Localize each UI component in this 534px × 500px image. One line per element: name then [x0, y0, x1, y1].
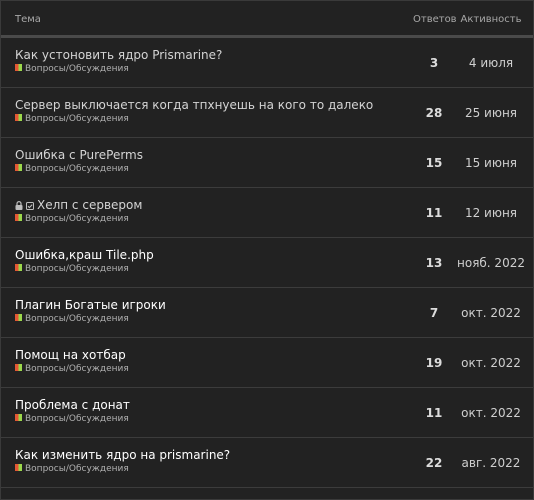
topic-title-link[interactable]: Плагин Богатые игроки: [15, 298, 166, 312]
topic-list-header: Тема Ответов Активность: [1, 1, 533, 38]
activity-date[interactable]: окт. 2022: [457, 356, 525, 370]
topic-row: Помощ на хотбар Вопросы/Обсуждения 19 ок…: [1, 338, 533, 388]
category-color-swatch: [15, 114, 22, 121]
category-color-swatch: [15, 364, 22, 371]
topic-row: Сервер выключается когда тпхнуешь на ког…: [1, 88, 533, 138]
topic-row: Ошибка,краш Tile.php Вопросы/Обсуждения …: [1, 238, 533, 288]
activity-date[interactable]: 25 июня: [457, 106, 525, 120]
category-label: Вопросы/Обсуждения: [25, 264, 129, 274]
category-badge[interactable]: Вопросы/Обсуждения: [15, 64, 129, 74]
activity-date[interactable]: 12 июня: [457, 206, 525, 220]
activity-date[interactable]: нояб. 2022: [457, 256, 525, 270]
topic-title-link[interactable]: Как изменить ядро на prismarine?: [15, 448, 230, 462]
topic-rows: Как устоновить ядро Prismarine? Вопросы/…: [1, 38, 533, 488]
replies-count[interactable]: 7: [413, 306, 455, 320]
replies-count[interactable]: 11: [413, 406, 455, 420]
topic-title-link[interactable]: Ошибка,краш Tile.php: [15, 248, 154, 262]
replies-count[interactable]: 13: [413, 256, 455, 270]
category-badge[interactable]: Вопросы/Обсуждения: [15, 414, 129, 424]
category-badge[interactable]: Вопросы/Обсуждения: [15, 214, 129, 224]
category-label: Вопросы/Обсуждения: [25, 364, 129, 374]
category-label: Вопросы/Обсуждения: [25, 314, 129, 324]
activity-date[interactable]: окт. 2022: [457, 406, 525, 420]
category-badge[interactable]: Вопросы/Обсуждения: [15, 314, 129, 324]
replies-count[interactable]: 19: [413, 356, 455, 370]
topic-row: Хелп с сервером Вопросы/Обсуждения 11 12…: [1, 188, 533, 238]
category-color-swatch: [15, 214, 22, 221]
category-label: Вопросы/Обсуждения: [25, 214, 129, 224]
topic-row: Проблема с донат Вопросы/Обсуждения 11 о…: [1, 388, 533, 438]
category-badge[interactable]: Вопросы/Обсуждения: [15, 114, 129, 124]
topic-title-link[interactable]: Хелп с сервером: [15, 198, 142, 212]
category-badge[interactable]: Вопросы/Обсуждения: [15, 464, 129, 474]
topic-title-link[interactable]: Сервер выключается когда тпхнуешь на ког…: [15, 98, 373, 112]
column-header-activity[interactable]: Активность: [459, 14, 523, 25]
category-badge[interactable]: Вопросы/Обсуждения: [15, 364, 129, 374]
category-color-swatch: [15, 314, 22, 321]
topic-row: Плагин Богатые игроки Вопросы/Обсуждения…: [1, 288, 533, 338]
check-icon: [26, 202, 34, 210]
topic-row: Ошибка с PurePerms Вопросы/Обсуждения 15…: [1, 138, 533, 188]
category-label: Вопросы/Обсуждения: [25, 64, 129, 74]
topic-title-text: Хелп с сервером: [37, 198, 143, 212]
category-badge[interactable]: Вопросы/Обсуждения: [15, 164, 129, 174]
activity-date[interactable]: авг. 2022: [457, 456, 525, 470]
topic-row: Как изменить ядро на prismarine? Вопросы…: [1, 438, 533, 488]
activity-date[interactable]: окт. 2022: [457, 306, 525, 320]
replies-count[interactable]: 15: [413, 156, 455, 170]
topic-list: Тема Ответов Активность Как устоновить я…: [0, 0, 534, 500]
category-badge[interactable]: Вопросы/Обсуждения: [15, 264, 129, 274]
topic-title-link[interactable]: Как устоновить ядро Prismarine?: [15, 48, 222, 62]
replies-count[interactable]: 3: [413, 56, 455, 70]
category-label: Вопросы/Обсуждения: [25, 114, 129, 124]
category-label: Вопросы/Обсуждения: [25, 464, 129, 474]
replies-count[interactable]: 22: [413, 456, 455, 470]
topic-title-link[interactable]: Проблема с донат: [15, 398, 130, 412]
topic-title-link[interactable]: Помощ на хотбар: [15, 348, 126, 362]
category-color-swatch: [15, 464, 22, 471]
lock-icon: [15, 201, 23, 210]
category-color-swatch: [15, 414, 22, 421]
topic-title-link[interactable]: Ошибка с PurePerms: [15, 148, 143, 162]
topic-row: Как устоновить ядро Prismarine? Вопросы/…: [1, 38, 533, 88]
activity-date[interactable]: 15 июня: [457, 156, 525, 170]
replies-count[interactable]: 11: [413, 206, 455, 220]
category-color-swatch: [15, 164, 22, 171]
column-header-topic[interactable]: Тема: [15, 14, 41, 25]
replies-count[interactable]: 28: [413, 106, 455, 120]
column-header-replies[interactable]: Ответов: [413, 14, 457, 25]
category-color-swatch: [15, 264, 22, 271]
category-label: Вопросы/Обсуждения: [25, 164, 129, 174]
category-label: Вопросы/Обсуждения: [25, 414, 129, 424]
category-color-swatch: [15, 64, 22, 71]
activity-date[interactable]: 4 июля: [457, 56, 525, 70]
